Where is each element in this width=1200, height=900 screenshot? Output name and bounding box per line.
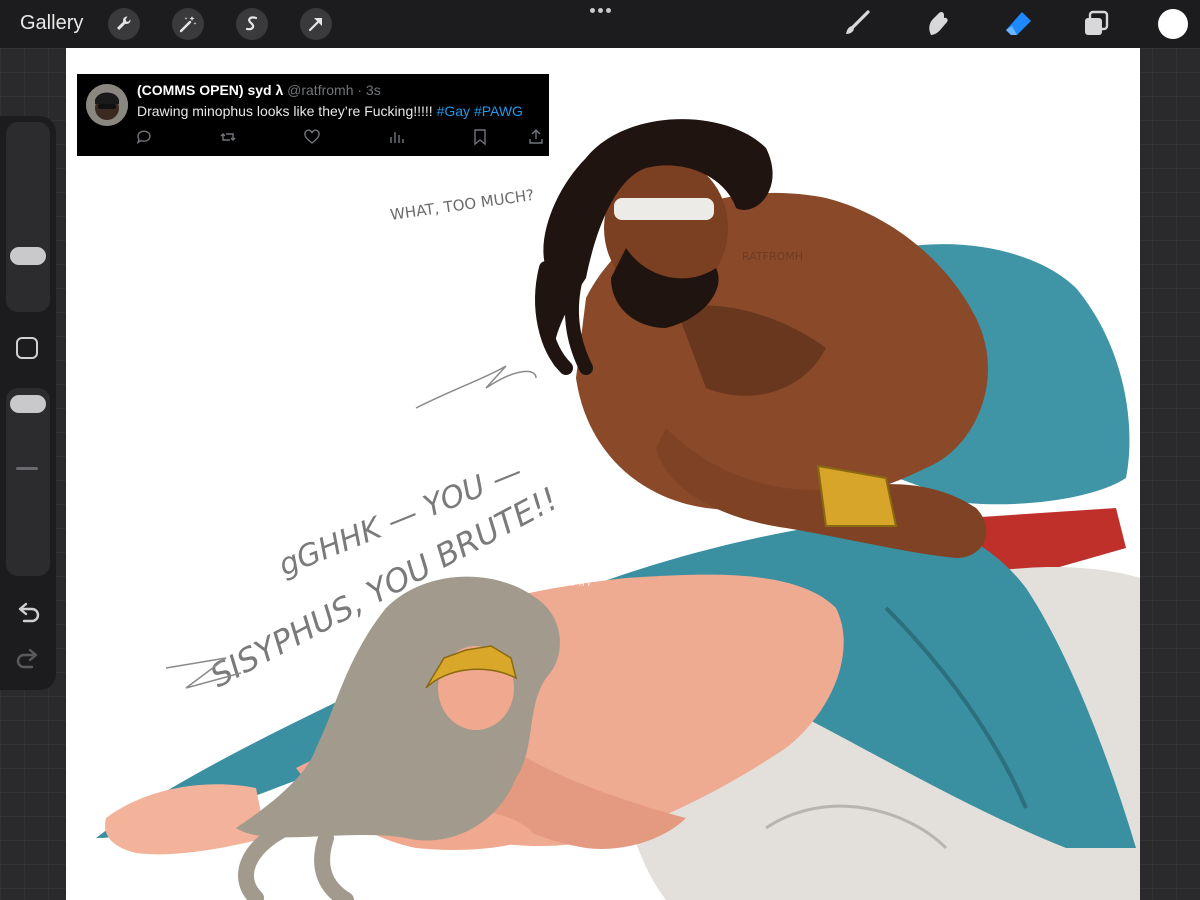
avatar-image bbox=[86, 84, 128, 126]
more-dot bbox=[589, 7, 595, 13]
tweet-author-handle[interactable]: @ratfromh · 3s bbox=[287, 82, 381, 98]
watermark-bottom: RATFROMH bbox=[524, 575, 591, 589]
opacity-thumb[interactable] bbox=[10, 395, 46, 413]
eraser-tool-button[interactable] bbox=[1000, 6, 1036, 42]
more-options-button[interactable] bbox=[586, 2, 614, 18]
gallery-button[interactable]: Gallery bbox=[20, 12, 83, 35]
brush-size-thumb[interactable] bbox=[10, 247, 46, 265]
redo-icon[interactable] bbox=[14, 646, 42, 674]
tweet-header: (COMMS OPEN) syd λ @ratfromh · 3s bbox=[137, 82, 381, 98]
brush-size-slider[interactable] bbox=[6, 122, 50, 312]
more-dot bbox=[605, 7, 611, 13]
layers-icon bbox=[1085, 10, 1109, 35]
opacity-slider[interactable] bbox=[6, 388, 50, 576]
views-icon[interactable] bbox=[387, 128, 405, 146]
tweet-card: (COMMS OPEN) syd λ @ratfromh · 3s Drawin… bbox=[77, 74, 549, 156]
like-icon[interactable] bbox=[303, 128, 321, 146]
share-icon[interactable] bbox=[527, 128, 545, 146]
brush-tool-button[interactable] bbox=[838, 6, 874, 42]
brush-icon bbox=[846, 10, 870, 34]
watermark-top: RATFROMH bbox=[742, 250, 803, 263]
selection-button[interactable] bbox=[236, 8, 268, 40]
layers-button[interactable] bbox=[1078, 6, 1114, 42]
bottom-figure-hand bbox=[105, 784, 267, 855]
top-toolbar: Gallery bbox=[0, 0, 1200, 48]
modify-button[interactable] bbox=[16, 337, 38, 359]
tweet-actions bbox=[135, 128, 547, 146]
magic-wand-icon bbox=[179, 16, 197, 33]
adjustments-button[interactable] bbox=[172, 8, 204, 40]
more-dot bbox=[597, 7, 603, 13]
actions-wrench-button[interactable] bbox=[108, 8, 140, 40]
undo-icon[interactable] bbox=[14, 600, 42, 628]
selection-s-icon bbox=[245, 16, 258, 31]
tweet-text-main: Drawing minophus looks like they’re Fuck… bbox=[137, 103, 437, 119]
blindfold bbox=[614, 198, 714, 220]
color-picker-button[interactable] bbox=[1158, 9, 1188, 39]
hashtag-gay[interactable]: #Gay bbox=[437, 103, 470, 119]
tweet-author-name[interactable]: (COMMS OPEN) syd λ bbox=[137, 82, 283, 98]
left-sidebar bbox=[0, 116, 56, 690]
tweet-text: Drawing minophus looks like they’re Fuck… bbox=[137, 103, 523, 119]
hashtag-pawg[interactable]: #PAWG bbox=[474, 103, 523, 119]
avatar[interactable] bbox=[86, 84, 128, 126]
bookmark-icon[interactable] bbox=[471, 128, 489, 146]
smudge-icon bbox=[929, 11, 948, 35]
retweet-icon[interactable] bbox=[219, 128, 237, 146]
drawing-canvas[interactable]: WHAT, TOO MUCH? gGHHK — YOU — SISYPHUS, … bbox=[66, 48, 1140, 900]
artwork: WHAT, TOO MUCH? gGHHK — YOU — SISYPHUS, … bbox=[96, 119, 1140, 900]
opacity-marker bbox=[16, 467, 38, 470]
transform-arrow-icon bbox=[308, 17, 323, 32]
eraser-icon bbox=[1006, 12, 1031, 35]
wrench-icon bbox=[117, 16, 131, 30]
transform-button[interactable] bbox=[300, 8, 332, 40]
scribble-lines bbox=[415, 365, 537, 409]
reply-icon[interactable] bbox=[135, 128, 153, 146]
smudge-tool-button[interactable] bbox=[920, 6, 956, 42]
speech-what-too-much: WHAT, TOO MUCH? bbox=[389, 186, 535, 224]
